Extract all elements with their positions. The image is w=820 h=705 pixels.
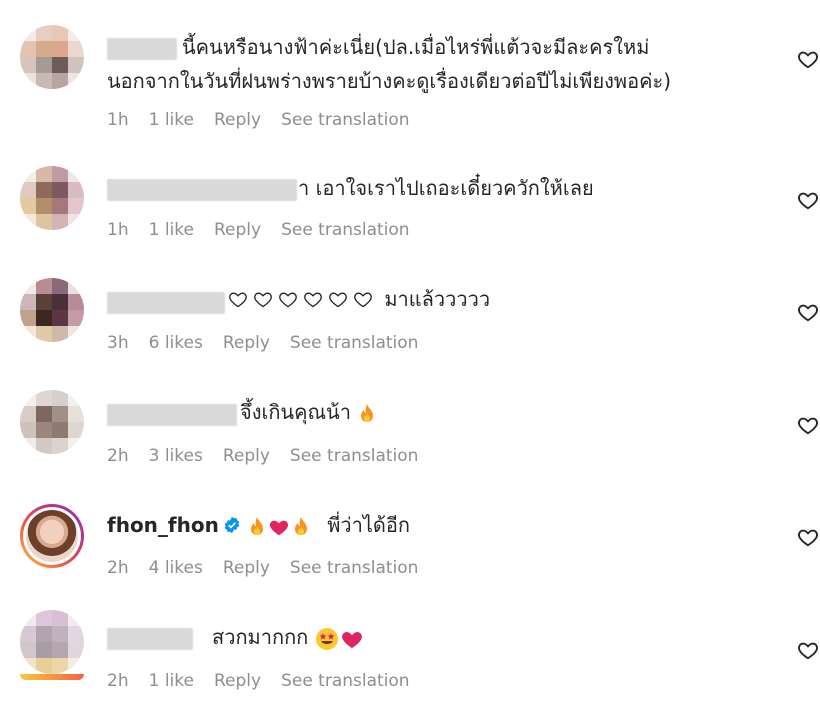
see-translation-link[interactable]: See translation: [290, 333, 419, 353]
timestamp: 1h: [107, 220, 129, 240]
username-redacted[interactable]: [107, 38, 177, 60]
comment-meta: 3h 6 likes Reply See translation: [107, 333, 438, 353]
white-heart-emoji: [304, 292, 322, 308]
reply-button[interactable]: Reply: [223, 446, 270, 466]
comment-text: จึ้งเกินคุณน้า: [240, 397, 377, 428]
comment-text-body: สวกมากกก: [212, 625, 309, 649]
see-translation-link[interactable]: See translation: [281, 671, 410, 691]
comment-meta: 1h 1 like Reply See translation: [107, 110, 430, 130]
heart-outline-icon[interactable]: [797, 526, 819, 548]
comment-text: สวกมากกก: [212, 622, 365, 653]
comment-text-body: พี่ว่าได้อีก: [327, 513, 411, 537]
like-count[interactable]: 3 likes: [149, 446, 203, 466]
avatar[interactable]: [20, 278, 84, 342]
username[interactable]: fhon_fhon: [107, 513, 219, 537]
heart-outline-icon[interactable]: [797, 414, 819, 436]
fire-emoji: [250, 516, 263, 535]
fire-emoji: [294, 516, 307, 535]
like-count[interactable]: 6 likes: [149, 333, 203, 353]
heart-outline-icon[interactable]: [797, 48, 819, 70]
heart-outline-icon[interactable]: [797, 301, 819, 323]
like-count[interactable]: 1 like: [149, 220, 194, 240]
avatar[interactable]: [20, 390, 84, 454]
white-heart-emoji: [329, 292, 347, 308]
comment-meta: 2h 4 likes Reply See translation: [107, 558, 438, 578]
comment-text: มาแล้ววววว: [228, 284, 490, 315]
reply-button[interactable]: Reply: [214, 110, 261, 130]
timestamp: 2h: [107, 558, 129, 578]
see-translation-link[interactable]: See translation: [290, 558, 419, 578]
username-redacted[interactable]: [107, 292, 225, 314]
like-count[interactable]: 1 like: [149, 671, 194, 691]
comment-text-line1: นี้คนหรือนางฟ้าค่ะเนี่ย(ปล.เมื่อไหร่พี่แ…: [182, 35, 650, 59]
username-redacted[interactable]: [107, 628, 193, 650]
comment-text: า เอาใจเราไปเถอะเดี๋ยวควักให้เลย: [298, 176, 594, 200]
like-count[interactable]: 4 likes: [149, 558, 203, 578]
comment-meta: 2h 3 likes Reply See translation: [107, 446, 438, 466]
verified-badge-icon: [224, 516, 240, 534]
comment-text-line2: นอกจากในวันที่ฝนพร่างพรายบ้างคะดูเรื่องเ…: [107, 69, 672, 93]
red-heart-emoji: [341, 631, 362, 648]
reply-button[interactable]: Reply: [223, 558, 270, 578]
reply-button[interactable]: Reply: [223, 333, 270, 353]
white-heart-emoji: [354, 292, 372, 308]
fire-emoji: [361, 403, 374, 422]
avatar[interactable]: [20, 166, 84, 230]
hearts-row: [228, 287, 384, 311]
heart-outline-icon[interactable]: [797, 639, 819, 661]
timestamp: 2h: [107, 446, 129, 466]
avatar-story-ring: [20, 674, 84, 680]
avatar[interactable]: [20, 25, 84, 89]
comment-text: fhon_fhon พี่ว่าได้อีก: [107, 510, 410, 541]
comment-meta: 2h 1 like Reply See translation: [107, 671, 430, 691]
timestamp: 2h: [107, 671, 129, 691]
comment-meta: 1h 1 like Reply See translation: [107, 220, 430, 240]
see-translation-link[interactable]: See translation: [290, 446, 419, 466]
white-heart-emoji: [229, 292, 247, 308]
reply-button[interactable]: Reply: [214, 671, 261, 691]
avatar-story-ring[interactable]: [20, 504, 84, 568]
red-heart-emoji: [269, 520, 288, 535]
white-heart-emoji: [254, 292, 272, 308]
timestamp: 1h: [107, 110, 129, 130]
avatar: [26, 510, 78, 562]
star-struck-emoji: [315, 627, 338, 650]
comment-text-body: มาแล้ววววว: [384, 287, 491, 311]
white-heart-emoji: [279, 292, 297, 308]
like-count[interactable]: 1 like: [149, 110, 194, 130]
see-translation-link[interactable]: See translation: [281, 110, 410, 130]
comment-text-body: จึ้งเกินคุณน้า: [240, 400, 351, 424]
see-translation-link[interactable]: See translation: [281, 220, 410, 240]
timestamp: 3h: [107, 333, 129, 353]
reply-button[interactable]: Reply: [214, 220, 261, 240]
heart-outline-icon[interactable]: [797, 189, 819, 211]
username-redacted[interactable]: [107, 179, 297, 201]
avatar[interactable]: [20, 610, 84, 674]
username-redacted[interactable]: [107, 404, 237, 426]
